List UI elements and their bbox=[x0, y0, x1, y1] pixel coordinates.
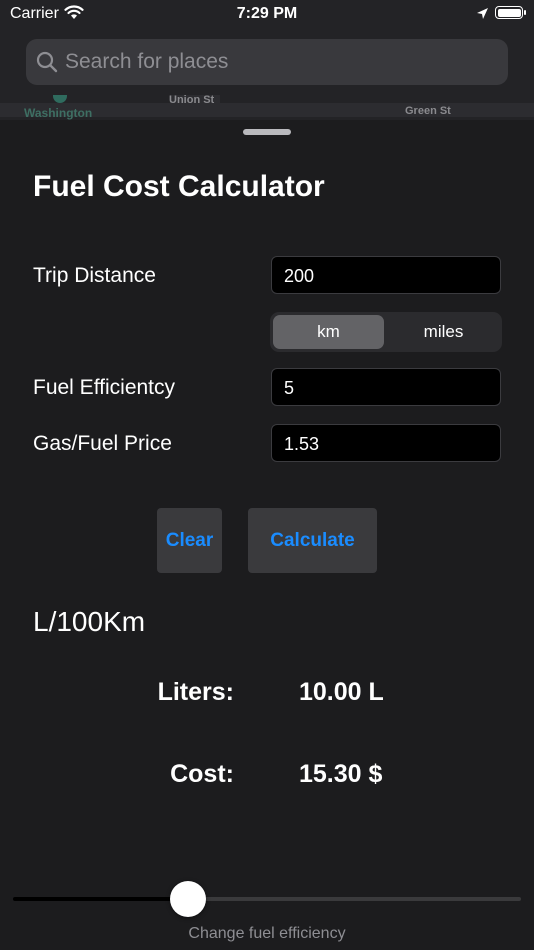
calculate-button[interactable]: Calculate bbox=[248, 508, 377, 573]
slider-caption: Change fuel efficiency bbox=[188, 925, 346, 942]
fuel-price-field[interactable]: 1.53 bbox=[271, 424, 501, 462]
clock: 7:29 PM bbox=[236, 5, 298, 22]
liters-label: Liters: bbox=[157, 678, 234, 706]
distance-unit-segmented-control[interactable]: km miles bbox=[270, 312, 502, 352]
cost-value: 15.30 $ bbox=[299, 760, 383, 788]
location-arrow-icon bbox=[476, 7, 489, 25]
slider-track-filled[interactable] bbox=[13, 897, 189, 901]
map-label-green-st: Green St bbox=[405, 105, 451, 117]
liters-value: 10.00 L bbox=[299, 678, 384, 706]
map-label-union-st: Union St bbox=[169, 94, 215, 106]
fuel-price-label: Gas/Fuel Price bbox=[33, 432, 172, 455]
fuel-efficiency-label: Fuel Efficientcy bbox=[33, 376, 176, 399]
slider-track[interactable] bbox=[189, 897, 521, 901]
trip-distance-field[interactable]: 200 bbox=[271, 256, 501, 294]
cost-label: Cost: bbox=[170, 760, 234, 788]
trip-distance-label: Trip Distance bbox=[33, 264, 156, 287]
efficiency-unit-label: L/100Km bbox=[33, 606, 146, 637]
map-label-washington: Washington bbox=[24, 106, 93, 120]
search-bar[interactable]: Search for places bbox=[26, 39, 508, 85]
fuel-efficiency-field[interactable]: 5 bbox=[271, 368, 501, 406]
fuel-efficiency-slider-thumb[interactable] bbox=[170, 881, 206, 917]
park-marker-icon bbox=[53, 95, 67, 103]
sheet-grabber[interactable] bbox=[243, 129, 291, 135]
battery-icon bbox=[495, 6, 526, 19]
segment-miles[interactable]: miles bbox=[388, 315, 499, 349]
search-icon bbox=[36, 51, 58, 78]
page-title: Fuel Cost Calculator bbox=[33, 170, 325, 203]
search-input[interactable]: Search for places bbox=[65, 50, 228, 74]
clear-button[interactable]: Clear bbox=[157, 508, 222, 573]
segment-km[interactable]: km bbox=[273, 315, 384, 349]
status-bar: Carrier 7:29 PM bbox=[0, 0, 534, 28]
